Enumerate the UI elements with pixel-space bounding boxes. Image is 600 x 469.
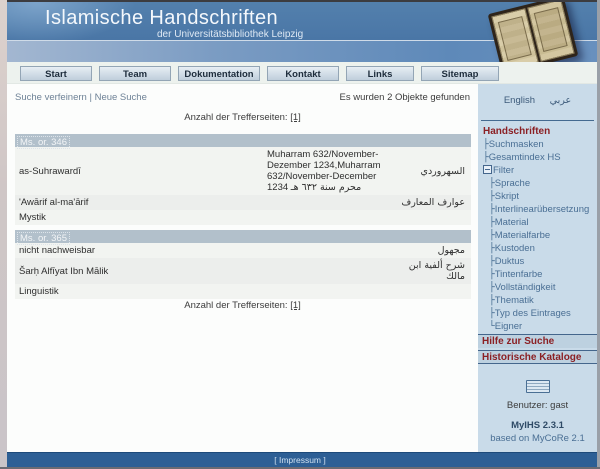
record-ms-or-346: Ms. or. 346 as-Suhrawardī Muharram 632/N…: [15, 134, 471, 225]
refine-search-link[interactable]: Suche verfeinern: [15, 92, 87, 103]
sidebar-item-skript[interactable]: ├Skript: [483, 190, 595, 203]
sidebar-item-materialfarbe[interactable]: ├Materialfarbe: [483, 229, 595, 242]
virtual-keyboard-icon[interactable]: [525, 380, 550, 393]
record-author-row: nicht nachweisbar مجهول: [15, 243, 471, 258]
record-shelfmark-bar[interactable]: Ms. or. 365: [15, 230, 471, 245]
lang-english-link[interactable]: English: [504, 95, 535, 106]
sidebar-section-handschriften: Handschriften: [483, 126, 551, 137]
sidebar-section-hilfe[interactable]: Hilfe zur Suche: [478, 334, 597, 348]
date-cell: Muharram 632/November-Dezember 1234,Muha…: [265, 147, 393, 195]
sidebar-divider: [481, 120, 594, 121]
sidebar: English عربي Handschriften ├Suchmasken ├…: [478, 84, 597, 452]
sidebar-item-interlinearuebersetzung[interactable]: ├Interlinearübersetzung: [483, 203, 595, 216]
app-version: MyIHS 2.3.1: [511, 420, 564, 431]
result-count: Es wurden 2 Objekte gefunden: [339, 92, 470, 103]
title-arabic: عوارف المعارف: [401, 197, 465, 208]
tab-kontakt[interactable]: Kontakt: [267, 66, 339, 81]
tab-team[interactable]: Team: [99, 66, 171, 81]
author-latin: nicht nachweisbar: [19, 245, 96, 256]
sidebar-nav: Handschriften ├Suchmasken ├Gesamtindex H…: [483, 125, 595, 333]
pagination-top: Anzahl der Trefferseiten: [1]: [7, 112, 478, 123]
sidebar-item-duktus[interactable]: ├Duktus: [483, 255, 595, 268]
page-1-link[interactable]: [1]: [290, 300, 301, 311]
new-search-link[interactable]: Neue Suche: [95, 92, 147, 103]
title-latin: Šarḥ Alfīyat Ibn Mālik: [19, 265, 109, 277]
lang-arabic-link[interactable]: عربي: [550, 95, 571, 106]
impressum-link[interactable]: [ Impressum ]: [274, 455, 325, 465]
author-arabic: مجهول: [437, 245, 465, 256]
title-arabic: شرح ألفية ابن مالك: [408, 260, 465, 282]
sidebar-item-thematik[interactable]: ├Thematik: [483, 294, 595, 307]
link-separator: |: [89, 92, 92, 103]
record-title-row: Šarḥ Alfīyat Ibn Mālik شرح ألفية ابن مال…: [15, 258, 471, 284]
tab-start[interactable]: Start: [20, 66, 92, 81]
shelfmark[interactable]: Ms. or. 346: [17, 136, 70, 149]
sidebar-section-historische-kataloge[interactable]: Historische Kataloge: [478, 350, 597, 364]
tab-links[interactable]: Links: [346, 66, 414, 81]
author-arabic: السهروردي: [420, 165, 465, 177]
subject: Linguistik: [19, 286, 59, 297]
sidebar-item-suchmasken[interactable]: ├Suchmasken: [483, 138, 595, 151]
record-ms-or-365: Ms. or. 365 nicht nachweisbar مجهول Šarḥ…: [15, 230, 471, 299]
pages-label: Anzahl der Trefferseiten:: [184, 112, 288, 123]
record-title-row: 'Awārif al-ma'ārif عوارف المعارف: [15, 195, 471, 210]
site-subtitle: der Universitätsbibliothek Leipzig: [157, 29, 304, 40]
record-shelfmark-bar[interactable]: Ms. or. 346: [15, 134, 471, 149]
pages-label: Anzahl der Trefferseiten:: [184, 300, 288, 311]
language-switch: English عربي: [478, 95, 597, 106]
subject: Mystik: [19, 212, 46, 223]
sidebar-item-gesamtindex[interactable]: ├Gesamtindex HS: [483, 151, 595, 164]
title-latin: 'Awārif al-ma'ārif: [19, 197, 89, 208]
tab-sitemap[interactable]: Sitemap: [421, 66, 499, 81]
sidebar-item-tintenfarbe[interactable]: ├Tintenfarbe: [483, 268, 595, 281]
page: Islamische Handschriften der Universität…: [0, 0, 600, 469]
record-author-row: as-Suhrawardī Muharram 632/November-Deze…: [15, 147, 471, 195]
sidebar-item-sprache[interactable]: ├Sprache: [483, 177, 595, 190]
sidebar-item-typ-des-eintrages[interactable]: ├Typ des Eintrages: [483, 307, 595, 320]
sidebar-item-filter[interactable]: Filter: [483, 164, 595, 177]
user-status: Benutzer: gast: [506, 400, 569, 411]
sidebar-item-eigner[interactable]: └Eigner: [483, 320, 595, 333]
sidebar-item-vollstaendigkeit[interactable]: ├Vollständigkeit: [483, 281, 595, 294]
tab-dokumentation[interactable]: Dokumentation: [178, 66, 260, 81]
results-toolbar: Suche verfeinern | Neue Suche Es wurden …: [15, 92, 470, 105]
footer-bar: [ Impressum ]: [0, 452, 600, 467]
window-edge-left: [0, 0, 7, 469]
sidebar-item-kustoden[interactable]: ├Kustoden: [483, 242, 595, 255]
window-edge-top: [0, 0, 600, 2]
tab-bar: Start Team Dokumentation Kontakt Links S…: [7, 62, 597, 84]
sidebar-item-material[interactable]: ├Material: [483, 216, 595, 229]
collapse-icon[interactable]: [483, 165, 492, 174]
author-latin: as-Suhrawardī: [19, 165, 81, 177]
pagination-bottom: Anzahl der Trefferseiten: [1]: [7, 300, 478, 311]
site-title: Islamische Handschriften: [45, 7, 279, 29]
framework-credit: based on MyCoRe 2.1: [490, 433, 585, 444]
page-1-link[interactable]: [1]: [290, 112, 301, 123]
record-subject-row: Linguistik: [15, 284, 471, 299]
results-area: Suche verfeinern | Neue Suche Es wurden …: [7, 84, 478, 452]
record-subject-row: Mystik: [15, 210, 471, 225]
date-arabic: محرم سنة ٦٣٢ هـ: [290, 182, 362, 193]
